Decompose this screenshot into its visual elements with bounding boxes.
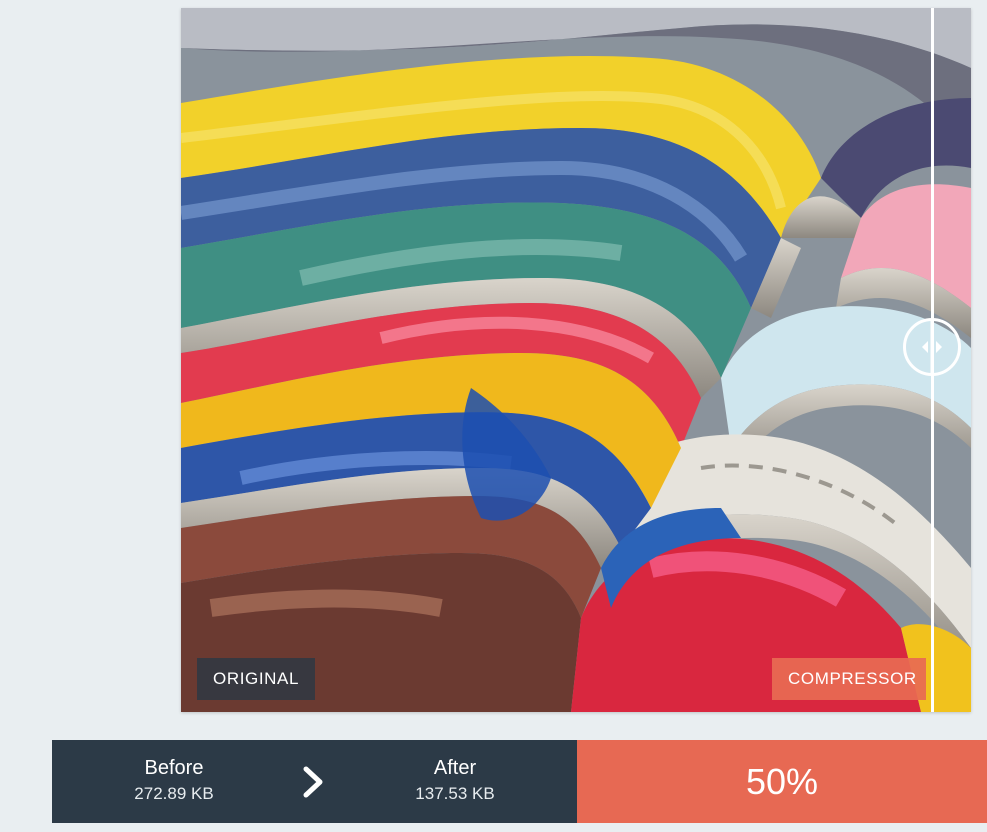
after-label: After [433, 757, 477, 779]
comparison-slider-handle[interactable] [903, 318, 961, 376]
chevron-right-icon [303, 766, 323, 798]
image-comparison[interactable]: ORIGINAL COMPRESSOR [181, 8, 971, 712]
savings-panel: 50% [577, 740, 987, 823]
compressed-label: COMPRESSOR [772, 658, 926, 700]
after-size: 137.53 KB [415, 784, 495, 803]
size-comparison-panel: Before 272.89 KB After 137.53 KB [52, 740, 577, 823]
savings-percent: 50% [745, 760, 819, 802]
after-stat: After 137.53 KB [385, 756, 525, 805]
magazines-photo [181, 8, 971, 712]
split-handle-arrows-icon [922, 321, 942, 373]
before-stat: Before 272.89 KB [104, 756, 244, 805]
before-label: Before [144, 757, 204, 779]
original-label: ORIGINAL [197, 658, 316, 700]
compression-stats-bar: Before 272.89 KB After 137.53 KB 50% [52, 740, 987, 823]
before-size: 272.89 KB [134, 784, 214, 803]
